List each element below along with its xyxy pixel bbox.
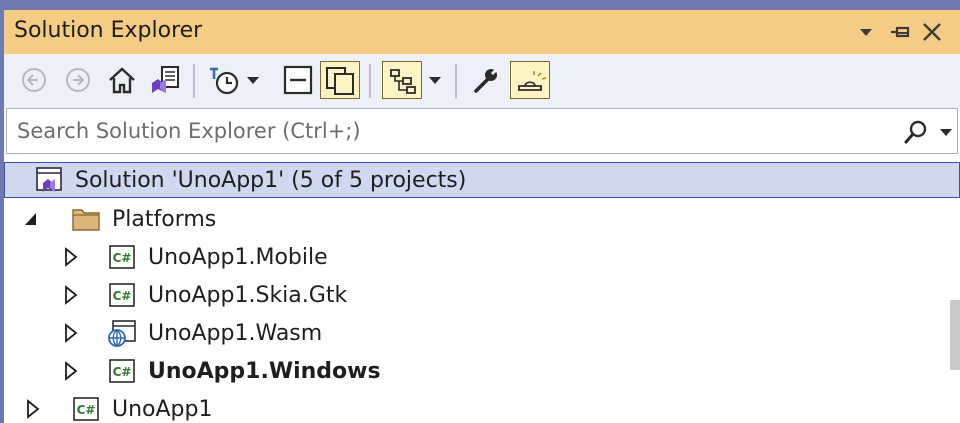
preview-selected-items-icon[interactable]	[510, 61, 550, 99]
search-input[interactable]	[17, 115, 887, 147]
tree-item-unoapp1[interactable]: C# UnoApp1	[4, 390, 960, 423]
tree-item-label: UnoApp1.Mobile	[148, 245, 328, 270]
show-all-files-icon[interactable]	[320, 61, 360, 99]
tree-item-label-startup: UnoApp1.Windows	[148, 359, 381, 384]
tree-item-solution[interactable]: Solution 'UnoApp1' (5 of 5 projects)	[4, 162, 960, 198]
collapsed-arrow-icon[interactable]	[62, 323, 80, 343]
folder-icon	[70, 204, 102, 234]
tree-item-skia-gtk[interactable]: C# UnoApp1.Skia.Gtk	[4, 276, 960, 314]
close-icon[interactable]	[918, 18, 946, 46]
solution-explorer-panel: Solution Explorer Search Solution Explor…	[4, 10, 960, 423]
tree-item-windows[interactable]: C# UnoApp1.Windows	[4, 352, 960, 390]
toolbar-separator	[193, 64, 195, 98]
tree-item-label: UnoApp1.Wasm	[148, 321, 323, 346]
solution-icon	[33, 165, 65, 195]
tree-item-label: UnoApp1	[112, 397, 213, 422]
collapse-all-icon[interactable]	[278, 61, 318, 99]
window-frame: Solution Explorer Search Solution Explor…	[0, 0, 960, 423]
svg-text:C#: C#	[113, 289, 132, 303]
svg-text:C#: C#	[113, 251, 132, 265]
scrollbar-thumb[interactable]	[950, 300, 960, 370]
back-icon[interactable]	[14, 61, 54, 99]
toolbar	[4, 54, 960, 108]
search-options-dropdown-icon[interactable]	[937, 117, 955, 147]
sync-dropdown-icon[interactable]	[426, 61, 444, 99]
toolbar-separator	[369, 64, 371, 98]
search-icon[interactable]	[901, 117, 931, 147]
collapsed-arrow-icon[interactable]	[62, 247, 80, 267]
collapsed-arrow-icon[interactable]	[24, 399, 42, 419]
forward-icon[interactable]	[58, 61, 98, 99]
tree-item-label: Solution 'UnoApp1' (5 of 5 projects)	[75, 168, 467, 193]
search-box	[6, 108, 958, 154]
tree-item-wasm[interactable]: UnoApp1.Wasm	[4, 314, 960, 352]
svg-text:C#: C#	[77, 403, 96, 417]
properties-icon[interactable]	[466, 61, 506, 99]
tree-item-label: Platforms	[112, 207, 217, 232]
svg-text:C#: C#	[113, 365, 132, 379]
switch-views-icon[interactable]	[146, 61, 186, 99]
title-bar: Solution Explorer	[4, 10, 960, 54]
window-position-icon[interactable]	[852, 18, 880, 46]
sync-with-active-document-icon[interactable]	[382, 61, 422, 99]
pin-icon[interactable]	[886, 18, 914, 46]
web-project-icon	[106, 318, 138, 348]
home-icon[interactable]	[102, 61, 142, 99]
csharp-project-icon: C#	[106, 242, 138, 272]
pending-changes-dropdown-icon[interactable]	[244, 61, 262, 99]
pending-changes-filter-icon[interactable]	[204, 61, 244, 99]
csharp-project-icon: C#	[70, 394, 102, 423]
tree-item-label: UnoApp1.Skia.Gtk	[148, 283, 348, 308]
panel-title: Solution Explorer	[14, 18, 203, 43]
csharp-project-icon: C#	[106, 356, 138, 386]
solution-tree: Solution 'UnoApp1' (5 of 5 projects) Pla…	[4, 158, 960, 423]
csharp-project-icon: C#	[106, 280, 138, 310]
tree-item-mobile[interactable]: C# UnoApp1.Mobile	[4, 238, 960, 276]
tree-item-platforms[interactable]: Platforms	[4, 200, 960, 238]
collapsed-arrow-icon[interactable]	[62, 361, 80, 381]
collapsed-arrow-icon[interactable]	[62, 285, 80, 305]
expanded-arrow-icon[interactable]	[22, 209, 40, 229]
toolbar-separator	[455, 64, 457, 98]
